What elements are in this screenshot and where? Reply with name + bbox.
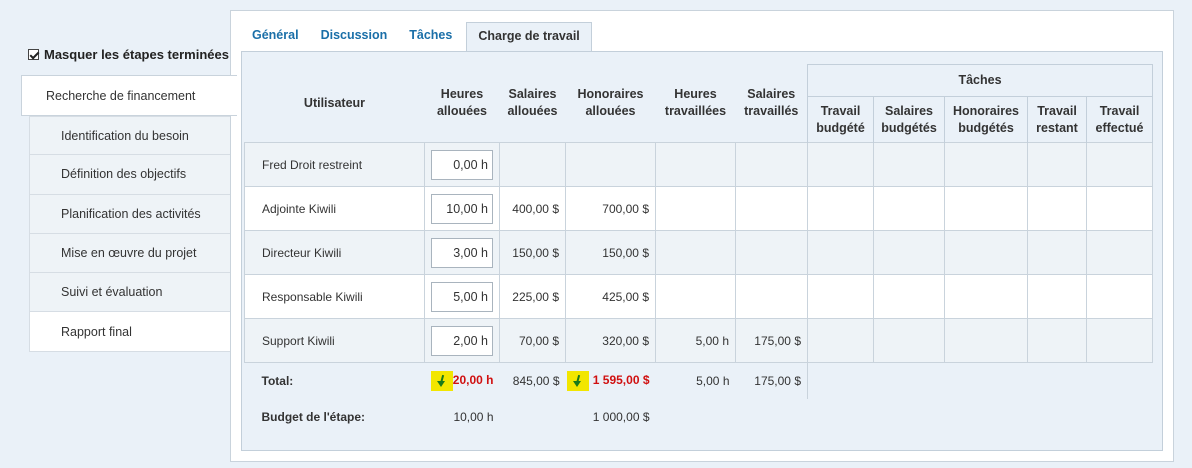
total-label: Total: bbox=[244, 362, 425, 399]
salaries-worked: 175,00 $ bbox=[735, 318, 808, 363]
hours-input[interactable]: 2,00 h bbox=[431, 325, 493, 356]
budget-fees: 1 000,00 $ bbox=[592, 409, 650, 424]
total-salaries: 845,00 $ bbox=[499, 362, 566, 399]
col-travail-effectue: Travail effectué bbox=[1086, 96, 1153, 143]
col-travail-restant: Travail restant bbox=[1027, 96, 1087, 143]
table-row: Adjointe Kiwili 10,00 h 400,00 $ 700,00 … bbox=[244, 186, 1153, 231]
fees-allocated: 700,00 $ bbox=[565, 186, 656, 231]
step-item-suivi-evaluation[interactable]: Suivi et évaluation bbox=[29, 273, 231, 313]
checkbox-checked-icon[interactable] bbox=[28, 49, 39, 60]
col-heures-allouees: Heures allouées bbox=[436, 87, 488, 119]
total-hours: 20,00 h bbox=[452, 372, 494, 387]
tab-discussion[interactable]: Discussion bbox=[310, 22, 399, 52]
step-item-rapport-final[interactable]: Rapport final bbox=[29, 312, 231, 352]
budget-label: Budget de l'étape: bbox=[261, 409, 366, 424]
step-list: Recherche de financement Identification … bbox=[21, 75, 237, 352]
user-name: Support Kiwili bbox=[244, 318, 425, 363]
salaries-allocated: 150,00 $ bbox=[499, 230, 566, 275]
step-item-recherche-financement[interactable]: Recherche de financement bbox=[21, 75, 237, 116]
total-salaries-worked: 175,00 $ bbox=[735, 362, 808, 399]
tab-charge-de-travail[interactable]: Charge de travail bbox=[466, 22, 592, 52]
table-row: Directeur Kiwili 3,00 h 150,00 $ 150,00 … bbox=[244, 230, 1153, 275]
group-header-taches: Tâches bbox=[807, 64, 1153, 97]
tab-taches[interactable]: Tâches bbox=[398, 22, 463, 52]
col-utilisateur: Utilisateur bbox=[303, 95, 366, 110]
hide-completed-label: Masquer les étapes terminées bbox=[44, 47, 229, 62]
step-item-identification-besoin[interactable]: Identification du besoin bbox=[29, 116, 231, 156]
table-row: Responsable Kiwili 5,00 h 225,00 $ 425,0… bbox=[244, 274, 1153, 319]
apply-budget-hours-arrow-icon[interactable] bbox=[430, 370, 453, 391]
salaries-worked bbox=[735, 274, 808, 319]
total-row: Total: 20,00 h 845,00 $ 1 595,00 $ 5,00 … bbox=[244, 362, 1153, 399]
salaries-worked bbox=[735, 142, 808, 187]
col-honoraires-budgetes: Honoraires budgétés bbox=[944, 96, 1028, 143]
step-detail-panel: Général Discussion Tâches Charge de trav… bbox=[230, 10, 1174, 462]
col-salaires-travailles: Salaires travaillés bbox=[744, 87, 799, 119]
salaries-worked bbox=[735, 186, 808, 231]
fees-allocated: 150,00 $ bbox=[565, 230, 656, 275]
salaries-worked bbox=[735, 230, 808, 275]
salaries-allocated: 70,00 $ bbox=[499, 318, 566, 363]
hours-worked: 5,00 h bbox=[655, 318, 736, 363]
col-travail-budgete: Travail budgété bbox=[807, 96, 874, 143]
total-fees: 1 595,00 $ bbox=[592, 372, 650, 387]
col-salaires-allouees: Salaires allouées bbox=[507, 87, 558, 119]
step-item-mise-en-oeuvre[interactable]: Mise en œuvre du projet bbox=[29, 233, 231, 274]
apply-budget-fees-arrow-icon[interactable] bbox=[567, 370, 590, 391]
col-heures-travaillees: Heures travaillées bbox=[664, 87, 727, 119]
tab-general[interactable]: Général bbox=[241, 22, 310, 52]
user-name: Fred Droit restreint bbox=[244, 142, 425, 187]
tab-bar: Général Discussion Tâches Charge de trav… bbox=[241, 22, 592, 52]
hours-input[interactable]: 0,00 h bbox=[431, 149, 493, 180]
salaries-allocated bbox=[499, 142, 566, 187]
salaries-allocated: 400,00 $ bbox=[499, 186, 566, 231]
table-row: Fred Droit restreint 0,00 h bbox=[244, 142, 1153, 187]
hours-worked bbox=[655, 230, 736, 275]
step-item-planification-activites[interactable]: Planification des activités bbox=[29, 194, 231, 234]
workload-content: Utilisateur Heures allouées Salaires allou… bbox=[241, 51, 1163, 451]
hours-worked bbox=[655, 274, 736, 319]
user-name: Adjointe Kiwili bbox=[244, 186, 425, 231]
total-hours-worked: 5,00 h bbox=[655, 362, 736, 399]
budget-row: Budget de l'étape: 10,00 h 1 000,00 $ bbox=[245, 399, 1153, 435]
hours-input[interactable]: 10,00 h bbox=[431, 193, 493, 224]
fees-allocated: 320,00 $ bbox=[565, 318, 656, 363]
workload-table: Utilisateur Heures allouées Salaires allou… bbox=[244, 64, 1153, 435]
hours-worked bbox=[655, 186, 736, 231]
hours-worked bbox=[655, 142, 736, 187]
col-honoraires-allouees: Honoraires allouées bbox=[577, 87, 644, 119]
hours-input[interactable]: 3,00 h bbox=[431, 237, 493, 268]
user-name: Directeur Kiwili bbox=[244, 230, 425, 275]
col-salaires-budgetes: Salaires budgétés bbox=[873, 96, 945, 143]
user-name: Responsable Kiwili bbox=[244, 274, 425, 319]
fees-allocated: 425,00 $ bbox=[565, 274, 656, 319]
table-row: Support Kiwili 2,00 h 70,00 $ 320,00 $ 5… bbox=[244, 318, 1153, 363]
hours-input[interactable]: 5,00 h bbox=[431, 281, 493, 312]
fees-allocated bbox=[565, 142, 656, 187]
salaries-allocated: 225,00 $ bbox=[499, 274, 566, 319]
budget-hours: 10,00 h bbox=[453, 409, 494, 424]
step-item-definition-objectifs[interactable]: Définition des objectifs bbox=[29, 155, 231, 195]
hide-completed-steps-toggle[interactable]: Masquer les étapes terminées bbox=[28, 47, 229, 62]
